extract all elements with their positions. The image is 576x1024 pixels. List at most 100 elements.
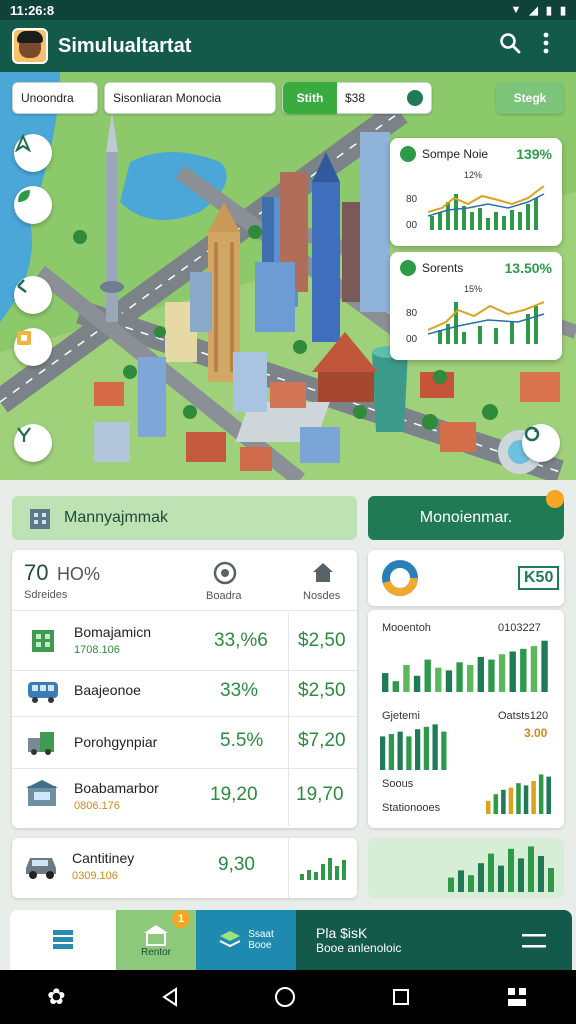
nav-layers[interactable] [10,910,116,970]
stat-card-1-title: Sompe Noie [422,147,489,161]
divider [12,610,357,611]
table-row[interactable]: Bomajamicn 1708.106 33,%6 $2,50 [12,616,357,670]
app-title: Simulualtartat [58,34,192,57]
chart-bar [509,651,516,692]
analytics-card[interactable]: Mooentoh 0103227 Gjetemi Oatsts120 3.00 … [368,610,564,828]
management-header[interactable]: Mannyajmmak [12,496,357,540]
notification-badge [546,490,564,508]
nav-rentor-label: Rentor [140,946,171,958]
chart-bar [523,785,529,814]
chart-bar [530,646,538,692]
zone-icon[interactable] [14,328,52,366]
flower-icon[interactable]: ✿ [47,984,65,1010]
battery-icon: ▮ [545,4,552,17]
row-pct: 33% [220,680,259,701]
garage-icon [144,924,168,946]
chart1-value: 0103227 [498,622,541,634]
stat-card-2-title: Sorents [422,261,464,275]
back-icon[interactable] [160,987,180,1007]
house-icon[interactable] [310,560,336,589]
donut-card[interactable]: K50 [368,550,564,606]
table-row[interactable]: Porohgynpiar 5.5% $7,20 [12,716,357,768]
nav-stats[interactable]: Ssaat Booe [196,910,296,970]
settings-icon[interactable] [210,560,240,588]
building-icon [30,509,50,529]
summary-label: Sdreides [24,589,68,601]
chart-bar [403,665,410,692]
chart2-bars [380,724,447,770]
recents-icon[interactable] [391,987,411,1007]
row-name: Bomajamicn [74,624,152,640]
trend-card[interactable] [368,838,564,898]
column-divider [288,838,289,898]
search-icon[interactable] [492,32,528,60]
chart-bar [415,729,421,770]
chart-bar [498,865,504,892]
stat-card-2-icon [400,260,416,276]
vehicle-value: 9,30 [218,854,255,875]
chart-bar [493,794,499,814]
chart-bar [501,789,506,814]
stat-card-2-ylabel-bottom: 00 [406,334,418,345]
summary-pct: HO% [56,564,100,584]
more-vert-icon[interactable] [528,32,564,60]
home-icon[interactable] [274,986,296,1008]
vehicle-name: Cantitiney [72,850,135,866]
trend-bars [448,846,554,892]
nav-plan[interactable]: Pla $isK Booe anlenoloic [296,910,572,970]
donut-chart [382,560,418,596]
stat-card-2[interactable]: Sorents 13.50% 15% 80 00 [390,252,562,360]
nav-plan-sub: Booe anlenoloic [316,941,402,955]
row-price: $7,20 [298,730,346,751]
row-sub: 0806.176 [74,800,120,812]
leaf-icon[interactable] [14,186,52,224]
stat-card-1-sub: 12% [464,170,483,180]
battery-icon-2: ▮ [559,4,566,17]
compass-icon[interactable] [14,134,52,172]
mode-toggle[interactable]: Stith $38 [282,82,432,114]
chart-bar [382,673,389,692]
refresh-icon[interactable] [522,424,560,462]
wifi-icon: ▼ [510,4,522,16]
map-search-field[interactable]: Sisonliaran Monocia [104,82,276,114]
grid-icon[interactable] [505,985,529,1009]
row-pct: 33,%6 [214,630,268,651]
office-building-icon [32,630,54,652]
chart2-value: Oatsts120 [498,710,549,722]
chart-bar [528,846,534,892]
chart-bar [456,662,463,692]
tools-icon[interactable] [14,276,52,314]
chart-bar [538,856,544,892]
chart-bar [516,783,521,814]
chart-bar [423,726,429,770]
status-time: 11:26:8 [10,2,55,18]
chart-bar [435,667,442,692]
chart-bar [388,734,394,770]
menu-icon[interactable] [522,932,546,950]
chart-bar [392,681,399,692]
stat-card-1-pct: 139% [516,146,552,162]
chart1-label: Mooentoh [382,622,431,634]
chart3-bars [486,774,551,814]
stat-card-1[interactable]: Sompe Noie 139% 12% 80 00 [390,138,562,246]
mini-bar-chart [300,858,346,880]
stegk-button[interactable]: Stegk [496,82,564,114]
stat-card-2-pct: 13.50% [504,260,552,276]
route-icon[interactable] [14,424,52,462]
monitor-header-button[interactable]: Monoienmar. [368,496,564,540]
chart-bar [531,781,536,814]
chart-bar [424,659,431,692]
table-row[interactable]: Baajeonoe 33% $2,50 [12,670,357,716]
chart-bar [488,853,494,892]
toggle-indicator-icon [407,90,423,106]
avatar[interactable] [12,28,48,64]
stat-card-1-ylabel-bottom: 00 [406,220,418,231]
chart-bar [488,659,495,692]
stat-card-2-ylabel-top: 80 [406,308,418,319]
table-row[interactable]: Boabamarbor 0806.176 19,20 19,70 [12,768,357,826]
district-chip[interactable]: Unoondra [12,82,98,114]
vehicle-card[interactable]: Cantitiney 0309.106 9,30 [12,838,357,898]
bottom-nav: Rentor Ssaat Booe Pla $isK Booe anlenolo… [10,910,572,970]
nav-rentor-badge: 1 [172,910,190,928]
city-map[interactable]: Unoondra Sisonliaran Monocia Stith $38 S… [0,72,576,480]
